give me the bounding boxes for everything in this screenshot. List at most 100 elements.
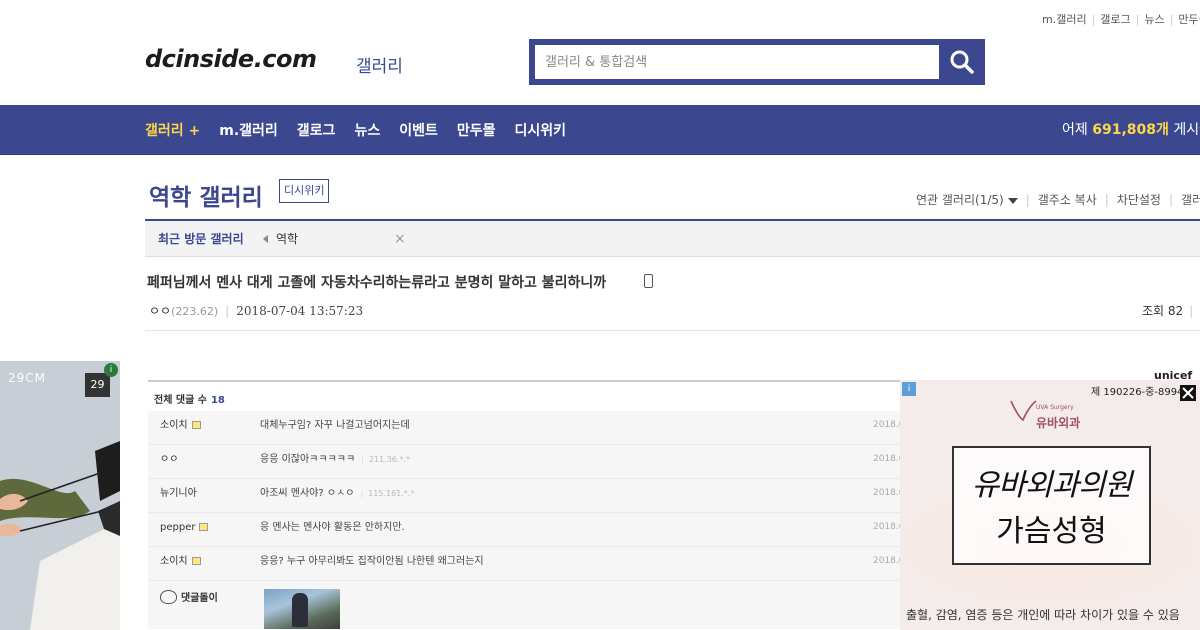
comment-text: 응응? 누구 아무리봐도 집작이안됨 나한텐 왜그러는지 bbox=[260, 556, 484, 567]
comment-ip: | 211.36.*.* bbox=[361, 455, 410, 464]
nav-news[interactable]: 뉴스 bbox=[354, 120, 380, 140]
stat-suffix: 게시글 bbox=[1173, 122, 1200, 138]
logo-gallery-label[interactable]: 갤러리 bbox=[356, 52, 403, 77]
top-link-gallog[interactable]: 갤로그 bbox=[1100, 13, 1130, 26]
clinic-logo-icon bbox=[1010, 400, 1037, 422]
post-meta: ㅇㅇ(223.62) | 2018-07-04 13:57:23 bbox=[149, 302, 363, 319]
search-input[interactable] bbox=[535, 45, 939, 79]
dcwiki-badge[interactable]: 디시위키 bbox=[279, 179, 330, 203]
left-ad-banner[interactable]: 29CM 29 i bbox=[0, 361, 120, 630]
comment-ip-value: 211.36.*.* bbox=[368, 455, 410, 464]
post-title: 페퍼님께서 멘사 대게 고졸에 자동차수리하는류라고 분명히 말하고 불리하니까 bbox=[147, 275, 607, 291]
divider: | bbox=[1135, 13, 1140, 26]
gallery-extra-link[interactable]: 갤러 bbox=[1181, 191, 1200, 208]
comment-row: ㅇㅇ 응응 이잖아ㅋㅋㅋㅋㅋ | 211.36.*.* 2018.0 bbox=[148, 445, 908, 479]
main-nav: 갤러리 + m.갤러리 갤로그 뉴스 이벤트 만두몰 디시위키 어제 691,8… bbox=[0, 105, 1200, 155]
post-author[interactable]: ㅇㅇ bbox=[149, 304, 171, 318]
nav-dcwiki[interactable]: 디시위키 bbox=[514, 120, 566, 140]
ad-badge: 29 bbox=[85, 373, 110, 397]
divider: | bbox=[225, 304, 230, 318]
related-galleries-label: 연관 갤러리(1/5) bbox=[916, 193, 1004, 207]
divider: | bbox=[1104, 192, 1109, 207]
fixed-nick-icon bbox=[191, 557, 201, 565]
recent-galleries-bar: 최근 방문 갤러리 역학 × bbox=[145, 221, 1200, 257]
search-bar bbox=[529, 39, 985, 85]
comment-text: 응응 이잖아ㅋㅋㅋㅋㅋ | 211.36.*.* bbox=[260, 445, 410, 474]
nav-gallery[interactable]: 갤러리 + bbox=[145, 120, 200, 140]
comments-count: 18 bbox=[210, 395, 225, 406]
search-icon bbox=[950, 50, 974, 74]
info-icon[interactable]: i bbox=[104, 363, 118, 377]
comment-ip: | 115.161.*.* bbox=[360, 489, 415, 498]
comment-bot-icon bbox=[160, 590, 177, 604]
nav-mgallery[interactable]: m.갤러리 bbox=[219, 120, 278, 140]
comment-text: 대체누구임? 자꾸 나걸고넘어지는데 bbox=[260, 420, 410, 431]
ad-disclaimer: 출혈, 감염, 염증 등은 개인에 따라 차이가 있을 수 있음 bbox=[906, 608, 1180, 622]
close-icon bbox=[1182, 387, 1194, 399]
top-link-mall[interactable]: 만두몰 bbox=[1178, 13, 1200, 26]
divider: | bbox=[1169, 13, 1174, 26]
mobile-icon bbox=[644, 274, 653, 288]
nav-mall[interactable]: 만두몰 bbox=[457, 120, 496, 140]
caret-down-icon bbox=[1007, 197, 1018, 204]
comment-nick[interactable]: pepper bbox=[160, 513, 209, 542]
search-button[interactable] bbox=[939, 39, 985, 85]
post-divider bbox=[145, 330, 1200, 331]
stat-prefix: 어제 bbox=[1062, 122, 1088, 138]
ad-headline-main: 가슴성형 bbox=[996, 514, 1107, 549]
divider: | bbox=[1168, 192, 1174, 207]
comment-bot-row: 댓글돌이 bbox=[148, 581, 908, 629]
recent-gallery-item[interactable]: 역학 bbox=[276, 221, 298, 257]
divider: | bbox=[1091, 13, 1096, 26]
related-galleries-dropdown[interactable]: 연관 갤러리(1/5) bbox=[916, 191, 1018, 208]
comment-bot-name: 댓글돌이 bbox=[181, 593, 218, 604]
stat-value: 691,808개 bbox=[1092, 122, 1169, 138]
fixed-nick-icon bbox=[191, 421, 201, 429]
comment-nick[interactable]: ㅇㅇ bbox=[160, 445, 178, 474]
comment-text-body: 응응 이잖아ㅋㅋㅋㅋㅋ bbox=[260, 454, 356, 465]
top-links: m.갤러리 | 갤로그 | 뉴스 | 만두몰 bbox=[1042, 11, 1200, 27]
comment-bot-image[interactable] bbox=[264, 589, 340, 629]
top-link-mgallery[interactable]: m.갤러리 bbox=[1042, 13, 1087, 26]
right-ad-banner[interactable]: i UVA Surgery 유바외과 유바외과의원 가슴성형 출혈, 감염, 염… bbox=[900, 380, 1200, 630]
post-count-stat: 어제 691,808개 게시글 bbox=[1062, 105, 1200, 155]
post-date: 2018-07-04 13:57:23 bbox=[236, 304, 364, 318]
copy-address-link[interactable]: 갤주소 복사 bbox=[1038, 191, 1097, 208]
gallery-title[interactable]: 역학 갤러리 bbox=[149, 178, 263, 212]
comment-row: pepper 응 멘사는 멘사야 활동은 안하지만. 2018.0 bbox=[148, 513, 908, 547]
ad-illustration bbox=[0, 441, 120, 630]
ad-headline-frame: 유바외과의원 가슴성형 bbox=[952, 446, 1151, 565]
comment-nick-text: 소이치 bbox=[160, 556, 188, 567]
nav-event[interactable]: 이벤트 bbox=[399, 120, 438, 140]
comment-nick[interactable]: 소이치 bbox=[160, 547, 201, 576]
post-author-ip: (223.62) bbox=[171, 305, 219, 318]
top-link-news[interactable]: 뉴스 bbox=[1144, 13, 1164, 26]
divider: | bbox=[1025, 192, 1030, 207]
comment-nick[interactable]: 뉴기니아 bbox=[160, 479, 197, 508]
gallery-links: 연관 갤러리(1/5) | 갤주소 복사 | 차단설정 | 갤러 bbox=[916, 191, 1200, 208]
comments-header: 전체 댓글 수 18 bbox=[154, 391, 225, 406]
divider: | bbox=[1189, 304, 1194, 318]
post-views: 조회 82 | bbox=[1142, 302, 1193, 319]
nav-gallog[interactable]: 갤로그 bbox=[297, 120, 336, 140]
site-logo[interactable]: dcinside.com bbox=[145, 45, 317, 73]
ad-brand: 29CM bbox=[8, 371, 47, 385]
clinic-subtitle: UVA Surgery bbox=[1036, 404, 1074, 411]
comment-text: 아조씨 멘사야? ㅇㅅㅇ | 115.161.*.* bbox=[260, 479, 414, 508]
arrow-left-icon[interactable] bbox=[263, 235, 268, 243]
block-settings-link[interactable]: 차단설정 bbox=[1117, 191, 1161, 208]
comment-text-body: 아조씨 멘사야? ㅇㅅㅇ bbox=[260, 488, 355, 499]
comments-header-label: 전체 댓글 수 bbox=[154, 395, 207, 406]
fixed-nick-icon bbox=[199, 523, 209, 531]
close-icon[interactable]: × bbox=[394, 221, 406, 257]
info-icon[interactable]: i bbox=[902, 382, 916, 396]
ad-close-button[interactable] bbox=[1180, 385, 1196, 401]
recent-label: 최근 방문 갤러리 bbox=[158, 232, 244, 246]
comments-section: 전체 댓글 수 18 소이치 대체누구임? 자꾸 나걸고넘어지는데 2018.0 … bbox=[148, 380, 908, 630]
comment-row: 소이치 대체누구임? 자꾸 나걸고넘어지는데 2018.0 bbox=[148, 411, 908, 445]
comment-nick-text: 소이치 bbox=[160, 420, 188, 431]
clinic-name: 유바외과 bbox=[1036, 416, 1081, 430]
comment-row: 소이치 응응? 누구 아무리봐도 집작이안됨 나한텐 왜그러는지 2018.0 bbox=[148, 547, 908, 581]
comment-nick[interactable]: 소이치 bbox=[160, 411, 201, 440]
unicef-label: unicef bbox=[1154, 369, 1193, 382]
